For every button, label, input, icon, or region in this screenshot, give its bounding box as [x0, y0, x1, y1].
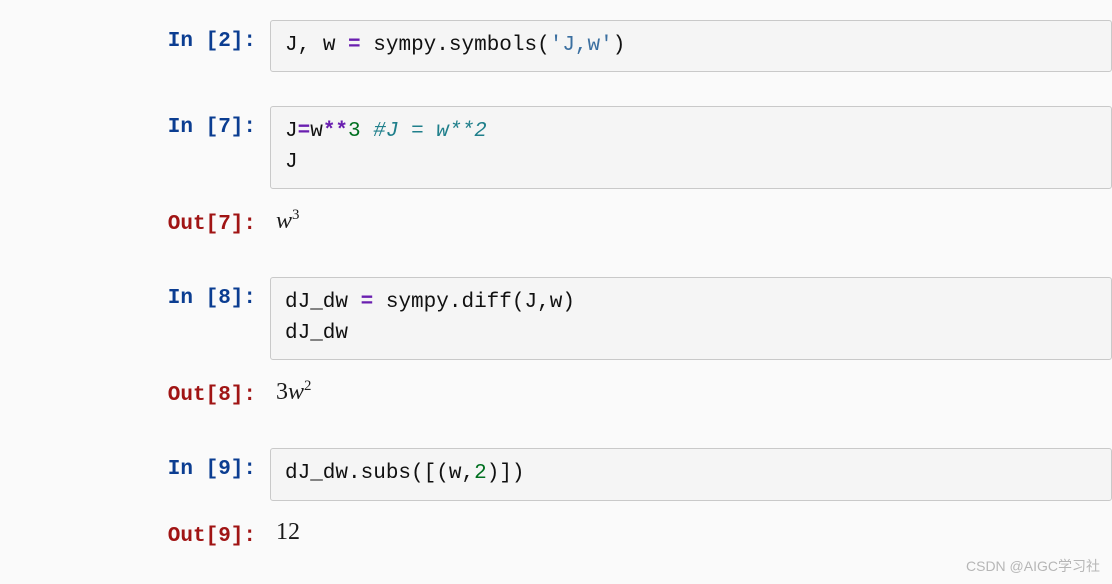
- output-row: Out[9]:12: [0, 515, 1112, 554]
- code-input[interactable]: dJ_dw.subs([(w,2)]): [270, 448, 1112, 500]
- output-prompt: Out[9]:: [0, 515, 270, 554]
- output-prompt: Out[8]:: [0, 374, 270, 413]
- input-prompt: In [8]:: [0, 277, 270, 316]
- output-prompt: Out[7]:: [0, 203, 270, 242]
- output-row: Out[8]:3w2: [0, 374, 1112, 414]
- input-row: In [2]:J, w = sympy.symbols('J,w'): [0, 20, 1112, 72]
- code-output: w3: [270, 203, 1112, 243]
- input-row: In [8]:dJ_dw = sympy.diff(J,w) dJ_dw: [0, 277, 1112, 360]
- input-prompt: In [7]:: [0, 106, 270, 145]
- code-input[interactable]: J=w**3 #J = w**2 J: [270, 106, 1112, 189]
- notebook-container: In [2]:J, w = sympy.symbols('J,w')In [7]…: [0, 20, 1112, 554]
- code-input[interactable]: dJ_dw = sympy.diff(J,w) dJ_dw: [270, 277, 1112, 360]
- input-row: In [9]:dJ_dw.subs([(w,2)]): [0, 448, 1112, 500]
- code-output: 3w2: [270, 374, 1112, 414]
- watermark: CSDN @AIGC学习社: [966, 556, 1100, 576]
- input-prompt: In [2]:: [0, 20, 270, 59]
- input-row: In [7]:J=w**3 #J = w**2 J: [0, 106, 1112, 189]
- code-input[interactable]: J, w = sympy.symbols('J,w'): [270, 20, 1112, 72]
- input-prompt: In [9]:: [0, 448, 270, 487]
- code-output: 12: [270, 515, 1112, 554]
- output-row: Out[7]:w3: [0, 203, 1112, 243]
